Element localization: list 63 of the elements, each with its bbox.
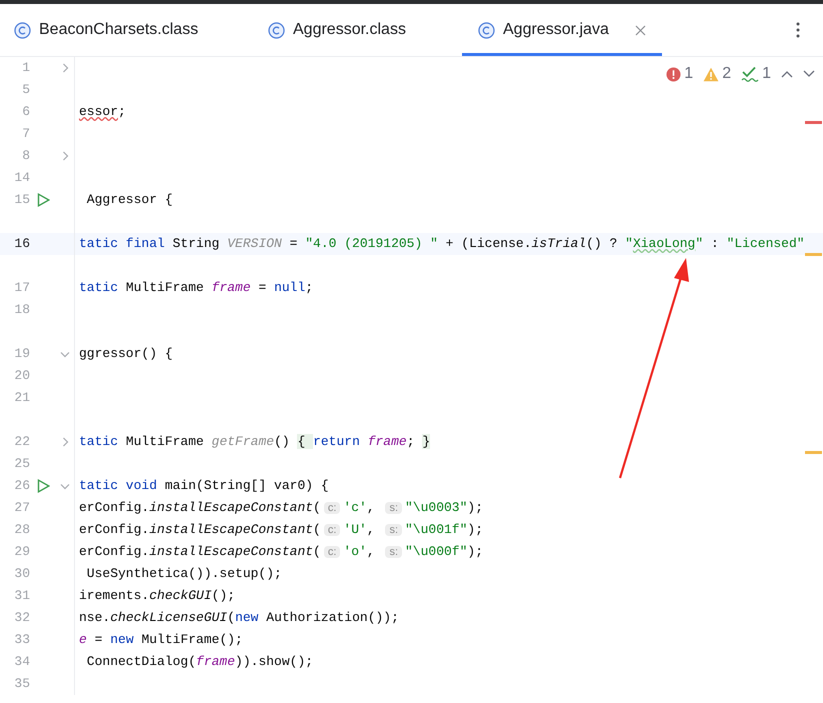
close-icon[interactable] (634, 24, 646, 36)
chevron-down-icon[interactable] (60, 350, 70, 358)
check-icon (741, 66, 760, 82)
line-number: 15 (13, 191, 30, 210)
circled-c-icon (268, 22, 285, 38)
editor-tab[interactable]: Aggressor.java (462, 4, 662, 56)
editor-tab[interactable]: BeaconCharsets.class (0, 4, 250, 56)
code-line: tatic final String VERSION = "4.0 (20191205) " + (License.isTrial() ? "XiaoLong" : "Licensed" (78, 235, 805, 253)
code-line: erConfig.installEscapeConstant( c: 'U', s: "\u001f"); (78, 521, 484, 539)
line-number: 31 (13, 587, 30, 606)
chevron-right-icon[interactable] (62, 437, 68, 447)
inspection-count: 2 (722, 64, 732, 84)
chevron-down-icon[interactable] (60, 482, 70, 490)
code-line: irements.checkGUI(); (78, 587, 236, 605)
chevron-right-icon[interactable] (62, 151, 68, 161)
run-icon[interactable] (36, 479, 50, 493)
line-number: 20 (13, 367, 30, 386)
line-number: 17 (13, 279, 30, 298)
line-number: 29 (13, 543, 30, 562)
line-number: 34 (13, 653, 30, 672)
code-line: UseSynthetica()).setup(); (86, 565, 282, 583)
line-number: 28 (13, 521, 30, 540)
editor-tab[interactable]: Aggressor.class (250, 4, 462, 56)
circled-c-icon (14, 22, 31, 38)
line-number: 19 (13, 345, 30, 364)
line-number: 16 (13, 235, 30, 254)
code-line: tatic void main(String[] var0) { (78, 477, 329, 495)
code-line: essor; (78, 103, 126, 121)
line-number: 35 (13, 675, 30, 694)
code-line: erConfig.installEscapeConstant( c: 'c', s: "\u0003"); (78, 499, 484, 517)
line-number: 27 (13, 499, 30, 518)
line-number: 26 (13, 477, 30, 496)
line-number: 22 (13, 433, 30, 452)
circled-c-icon (478, 22, 495, 38)
line-number: 1 (21, 59, 30, 78)
more-icon[interactable] (796, 22, 800, 38)
inspection-count: 1 (762, 64, 771, 84)
line-number: 7 (21, 125, 30, 144)
line-number: 6 (21, 103, 30, 122)
line-number: 8 (21, 147, 30, 166)
code-line: tatic MultiFrame getFrame() { return frame; } (78, 433, 430, 451)
inspection-count: 1 (684, 64, 694, 84)
code-line: erConfig.installEscapeConstant( c: 'o', s: "\u000f"); (78, 543, 484, 561)
line-number: 32 (13, 609, 30, 628)
line-number: 30 (13, 565, 30, 584)
code-line: nse.checkLicenseGUI(new Authorization()); (78, 609, 399, 627)
code-line: ConnectDialog(frame)).show(); (86, 653, 314, 671)
chevron-up-icon[interactable] (781, 70, 793, 78)
line-number: 5 (21, 81, 30, 100)
chevron-down-icon[interactable] (803, 70, 815, 78)
line-number: 18 (13, 301, 30, 320)
code-line: ggressor() { (78, 345, 173, 363)
warning-icon (703, 66, 720, 82)
line-number: 21 (13, 389, 30, 408)
error-icon (666, 66, 682, 82)
line-number: 14 (13, 169, 30, 188)
run-icon[interactable] (36, 193, 50, 207)
code-line: e = new MultiFrame(); (78, 631, 243, 649)
code-line: tatic MultiFrame frame = null; (78, 279, 314, 297)
line-number: 33 (13, 631, 30, 650)
chevron-right-icon[interactable] (62, 63, 68, 73)
line-number: 25 (13, 455, 30, 474)
code-line: Aggressor { (86, 191, 173, 209)
